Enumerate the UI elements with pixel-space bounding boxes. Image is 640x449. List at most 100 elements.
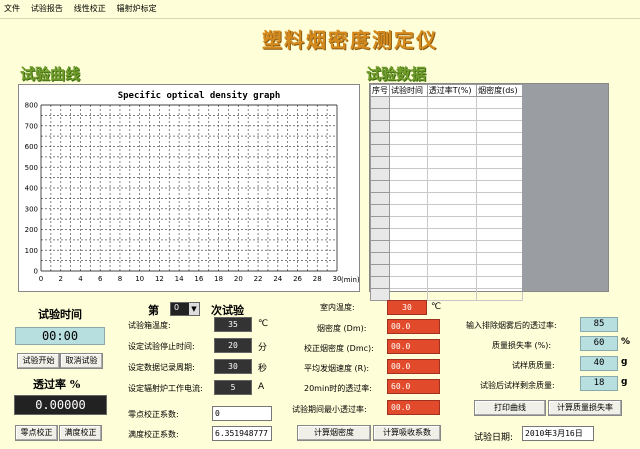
row-header-cell[interactable] (370, 144, 390, 157)
full-coef-field[interactable]: 6.351948777 (212, 426, 272, 441)
col-header-time[interactable]: 试验时间 (389, 84, 428, 97)
row-header-cell[interactable] (370, 192, 390, 205)
table-row[interactable] (370, 156, 523, 169)
table-row[interactable] (370, 180, 523, 193)
table-cell[interactable] (389, 156, 428, 169)
table-row[interactable] (370, 96, 523, 109)
table-cell[interactable] (426, 180, 478, 193)
table-cell[interactable] (476, 120, 523, 133)
row-header-cell[interactable] (370, 168, 390, 181)
table-cell[interactable] (389, 96, 428, 109)
row-header-cell[interactable] (370, 276, 390, 289)
table-row[interactable] (370, 108, 523, 121)
table-cell[interactable] (426, 240, 478, 253)
table-cell[interactable] (476, 264, 523, 277)
table-cell[interactable] (426, 96, 478, 109)
row-header-cell[interactable] (370, 108, 390, 121)
run-number-select[interactable]: 0 ▼ (170, 302, 200, 316)
table-cell[interactable] (389, 240, 428, 253)
table-cell[interactable] (389, 216, 428, 229)
row-header-cell[interactable] (370, 120, 390, 133)
table-cell[interactable] (476, 96, 523, 109)
table-cell[interactable] (426, 228, 478, 241)
table-cell[interactable] (476, 168, 523, 181)
table-row[interactable] (370, 132, 523, 145)
table-cell[interactable] (389, 132, 428, 145)
table-cell[interactable] (426, 276, 478, 289)
table-cell[interactable] (426, 168, 478, 181)
table-row[interactable] (370, 264, 523, 277)
table-cell[interactable] (389, 264, 428, 277)
table-cell[interactable] (476, 192, 523, 205)
table-cell[interactable] (476, 252, 523, 265)
table-cell[interactable] (476, 108, 523, 121)
cancel-test-button[interactable]: 取消试验 (60, 353, 103, 369)
table-cell[interactable] (426, 156, 478, 169)
col-header-index[interactable]: 序号 (370, 84, 390, 97)
table-row[interactable] (370, 276, 523, 289)
table-row[interactable] (370, 144, 523, 157)
record-period-value[interactable]: 30 (214, 359, 252, 374)
row-header-cell[interactable] (370, 264, 390, 277)
table-row[interactable] (370, 168, 523, 181)
row-header-cell[interactable] (370, 132, 390, 145)
stop-time-value[interactable]: 20 (214, 338, 252, 353)
row-header-cell[interactable] (370, 204, 390, 217)
table-cell[interactable] (426, 132, 478, 145)
row-header-cell[interactable] (370, 96, 390, 109)
table-cell[interactable] (426, 192, 478, 205)
table-cell[interactable] (426, 108, 478, 121)
remaining-mass-value[interactable]: 18 (580, 376, 618, 391)
table-cell[interactable] (426, 120, 478, 133)
full-calibration-button[interactable]: 满度校正 (59, 425, 102, 441)
table-cell[interactable] (389, 252, 428, 265)
table-cell[interactable] (389, 228, 428, 241)
row-header-cell[interactable] (370, 156, 390, 169)
test-date-field[interactable]: 2010年3月16日 (522, 426, 594, 441)
table-row[interactable] (370, 216, 523, 229)
table-cell[interactable] (426, 252, 478, 265)
table-cell[interactable] (389, 276, 428, 289)
table-cell[interactable] (476, 276, 523, 289)
print-curve-button[interactable]: 打印曲线 (474, 400, 546, 416)
table-row[interactable] (370, 120, 523, 133)
col-header-density[interactable]: 烟密度(ds) (476, 84, 523, 97)
table-cell[interactable] (476, 156, 523, 169)
col-header-transmittance[interactable]: 透过率T(%) (426, 84, 478, 97)
table-cell[interactable] (476, 144, 523, 157)
table-cell[interactable] (389, 288, 428, 301)
zero-coef-field[interactable]: 0 (212, 406, 272, 421)
row-header-cell[interactable] (370, 216, 390, 229)
row-header-cell[interactable] (370, 288, 390, 301)
table-cell[interactable] (426, 288, 478, 301)
row-header-cell[interactable] (370, 252, 390, 265)
table-row[interactable] (370, 204, 523, 217)
calc-density-button[interactable]: 计算烟密度 (297, 425, 371, 441)
table-cell[interactable] (389, 168, 428, 181)
menu-file[interactable]: 文件 (0, 0, 24, 14)
table-cell[interactable] (426, 144, 478, 157)
table-cell[interactable] (476, 180, 523, 193)
row-header-cell[interactable] (370, 228, 390, 241)
table-cell[interactable] (426, 204, 478, 217)
menu-furnace-calibration[interactable]: 辐射炉标定 (113, 0, 161, 14)
row-header-cell[interactable] (370, 180, 390, 193)
table-cell[interactable] (476, 288, 523, 301)
furnace-current-value[interactable]: 5 (214, 380, 252, 395)
zero-calibration-button[interactable]: 零点校正 (15, 425, 58, 441)
table-cell[interactable] (426, 216, 478, 229)
sample-mass-value[interactable]: 40 (580, 356, 618, 371)
table-cell[interactable] (476, 132, 523, 145)
calc-absorption-button[interactable]: 计算吸收系数 (373, 425, 441, 441)
row-header-cell[interactable] (370, 240, 390, 253)
table-cell[interactable] (389, 120, 428, 133)
table-cell[interactable] (426, 264, 478, 277)
table-cell[interactable] (389, 204, 428, 217)
table-cell[interactable] (389, 192, 428, 205)
table-cell[interactable] (476, 216, 523, 229)
start-test-button[interactable]: 试验开始 (17, 353, 60, 369)
calc-mass-loss-button[interactable]: 计算质量损失率 (548, 400, 622, 416)
menu-linear-correction[interactable]: 线性校正 (70, 0, 110, 14)
chevron-down-icon[interactable]: ▼ (189, 303, 199, 315)
table-cell[interactable] (476, 228, 523, 241)
